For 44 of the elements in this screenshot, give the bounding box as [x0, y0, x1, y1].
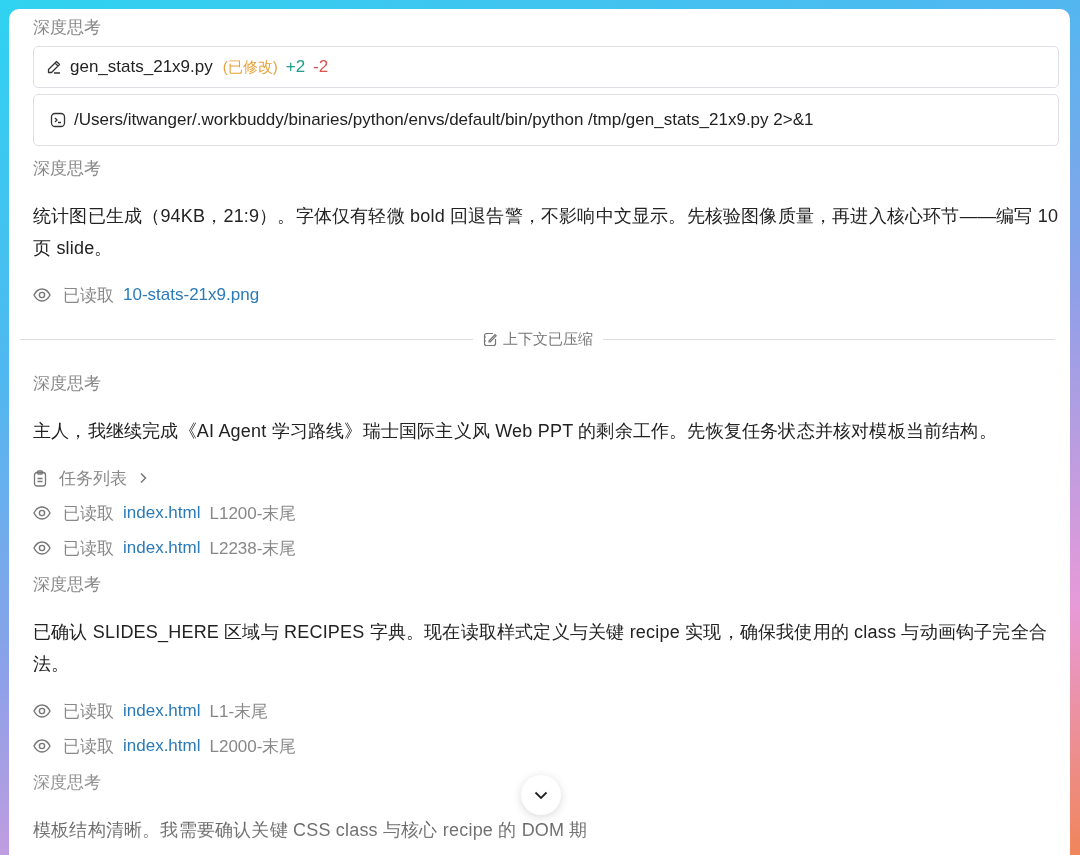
eye-icon [33, 541, 51, 555]
read-label: 已读取 [63, 700, 114, 723]
pencil-icon [46, 59, 62, 75]
eye-icon [33, 288, 51, 302]
added-count: +2 [285, 57, 306, 77]
chevron-right-icon [139, 472, 147, 484]
eye-icon [33, 704, 51, 718]
read-label: 已读取 [63, 735, 114, 758]
context-compressed-label: 上下文已压缩 [502, 329, 593, 349]
eye-icon [33, 739, 51, 753]
read-label: 已读取 [63, 502, 114, 525]
file-edit-card[interactable]: gen_stats_21x9.py (已修改) +2 -2 [33, 46, 1059, 88]
file-link[interactable]: index.html [123, 736, 201, 756]
file-link[interactable]: index.html [123, 538, 201, 558]
file-link[interactable]: index.html [123, 701, 201, 721]
thinking-label: 深度思考 [33, 772, 101, 794]
line-range: L1200-末尾 [209, 502, 297, 525]
read-label: 已读取 [63, 284, 114, 307]
message-paragraph: 模板结构清晰。我需要确认关键 CSS class 与核心 recipe 的 DOM 期 [33, 819, 589, 842]
message-paragraph: 已确认 SLIDES_HERE 区域与 RECIPES 字典。现在读取样式定义与关键 recipe 实现，确保我使用的 class 与动画钩子完全合法。 [33, 621, 1048, 676]
thinking-label: 深度思考 [33, 158, 101, 180]
file-link[interactable]: 10-stats-21x9.png [123, 285, 260, 305]
thinking-label: 深度思考 [33, 17, 101, 39]
line-range: L1-末尾 [209, 700, 269, 723]
line-range: L2238-末尾 [209, 537, 297, 560]
message-paragraph: 统计图已生成（94KB，21:9）。字体仅有轻微 bold 回退告警，不影响中文显示。先核验图像质量，再进入核心环节——编写 10 页 slide。 [33, 205, 1059, 260]
eye-icon [33, 506, 51, 520]
modified-status: (已修改) [222, 57, 278, 77]
scroll-down-button[interactable] [521, 775, 561, 815]
task-list-toggle[interactable]: 任务列表 [33, 466, 147, 490]
clipboard-icon [33, 469, 47, 487]
line-range: L2000-末尾 [209, 735, 297, 758]
command-card[interactable]: /Users/itwanger/.workbuddy/binaries/python/envs/default/bin/python /tmp/gen_stats_21x9.py 2>&1 [33, 94, 1059, 146]
message-paragraph: 主人，我继续完成《AI Agent 学习路线》瑞士国际主义风 Web PPT 的剩余工作。先恢复任务状态并核对模板当前结构。 [33, 420, 998, 443]
command-text: /Users/itwanger/.workbuddy/binaries/python/envs/default/bin/python /tmp/gen_stats_21x9.py 2>&1 [74, 110, 814, 130]
read-label: 已读取 [63, 537, 114, 560]
note-edit-icon [482, 331, 497, 347]
thinking-label: 深度思考 [33, 574, 101, 596]
file-link[interactable]: index.html [123, 503, 201, 523]
thinking-label: 深度思考 [33, 373, 101, 395]
file-name: gen_stats_21x9.py [70, 57, 213, 77]
terminal-icon [50, 112, 66, 128]
removed-count: -2 [313, 57, 329, 77]
chevron-down-icon [534, 790, 548, 800]
